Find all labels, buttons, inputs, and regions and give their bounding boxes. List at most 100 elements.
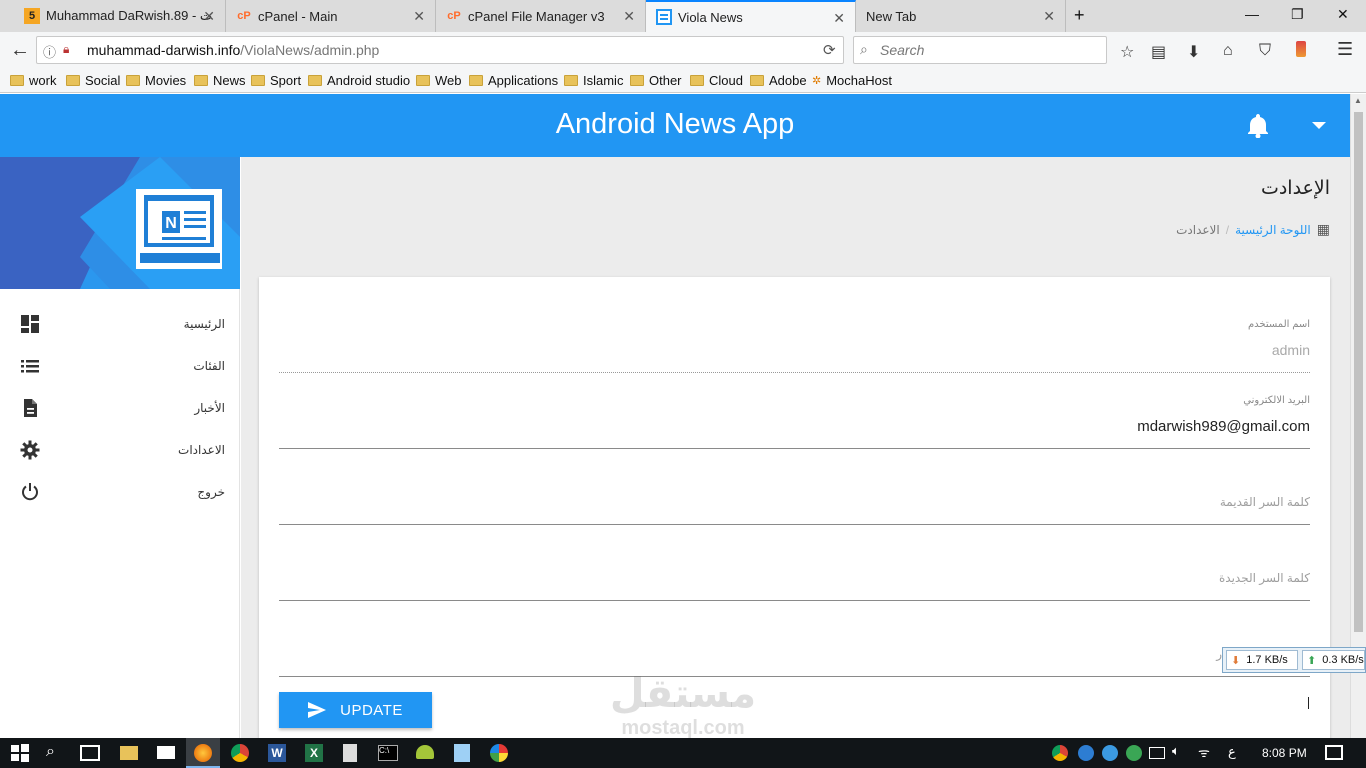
home-icon[interactable]: ⌂ bbox=[1223, 42, 1233, 60]
news-icon bbox=[656, 9, 672, 25]
tab-new-tab[interactable]: New Tab ✕ bbox=[856, 0, 1066, 32]
email-field[interactable]: البريد الالكتروني mdarwish989@gmail.com bbox=[279, 392, 1310, 449]
folder-icon bbox=[194, 75, 208, 86]
folder-icon bbox=[416, 75, 430, 86]
old-password-field[interactable]: كلمة السر القديمة bbox=[279, 477, 1310, 525]
back-arrow-icon[interactable]: ← bbox=[10, 39, 30, 62]
sidebar-item-categories[interactable]: الفئات bbox=[0, 346, 240, 388]
confirm-password-field[interactable]: ر bbox=[279, 629, 1310, 677]
bookmark-label: Cloud bbox=[709, 73, 743, 88]
tab-cpanel-file-manager[interactable]: cP cPanel File Manager v3 ✕ bbox=[436, 0, 646, 32]
task-view-icon[interactable] bbox=[80, 745, 100, 761]
extension-icon[interactable] bbox=[1296, 41, 1306, 57]
close-icon[interactable]: ✕ bbox=[833, 10, 845, 27]
window-close-icon[interactable]: ✕ bbox=[1337, 6, 1349, 23]
firefox-taskbar-button[interactable] bbox=[186, 738, 220, 768]
battery-icon[interactable] bbox=[1149, 747, 1165, 759]
tray-app-icon[interactable] bbox=[1102, 745, 1118, 761]
excel-icon[interactable]: X bbox=[305, 744, 323, 762]
scroll-up-icon[interactable]: ▲ bbox=[1354, 96, 1362, 105]
bookmark-folder[interactable]: Android studio bbox=[308, 73, 410, 88]
bookmark-mochahost[interactable]: ✲ MochaHost bbox=[812, 73, 892, 88]
bookmark-folder[interactable]: Adobe bbox=[750, 73, 807, 88]
folder-icon bbox=[251, 75, 265, 86]
bookmark-folder[interactable]: Cloud bbox=[690, 73, 743, 88]
sidebar-item-settings[interactable]: الاعدادات bbox=[0, 430, 240, 472]
folder-icon bbox=[66, 75, 80, 86]
bell-icon[interactable] bbox=[1246, 112, 1270, 143]
bookmark-folder[interactable]: Movies bbox=[126, 73, 186, 88]
volume-icon[interactable]: 🔈︎ bbox=[1172, 743, 1192, 763]
search-icon[interactable]: ⌕ bbox=[46, 743, 66, 763]
notepad-icon[interactable] bbox=[454, 744, 470, 762]
maximize-icon[interactable]: ❐ bbox=[1291, 6, 1304, 23]
search-input[interactable]: ⌕ Search bbox=[853, 36, 1107, 64]
breadcrumb-current: الاعدادت bbox=[1176, 222, 1220, 237]
hamburger-menu-icon[interactable]: ☰ bbox=[1337, 39, 1353, 60]
upload-speed-value: 0.3 KB/s bbox=[1322, 654, 1364, 666]
word-icon[interactable]: W bbox=[268, 744, 286, 762]
tab-viola-news[interactable]: Viola News ✕ bbox=[646, 0, 856, 32]
bookmark-folder[interactable]: work bbox=[10, 73, 56, 88]
wifi-icon[interactable]: ᯤ bbox=[1198, 743, 1218, 763]
notification-center-icon[interactable] bbox=[1325, 745, 1343, 760]
breadcrumb-home-link[interactable]: اللوحة الرئيسية bbox=[1235, 223, 1311, 237]
bookmark-folder[interactable]: News bbox=[194, 73, 246, 88]
sidebar-item-home[interactable]: الرئيسية bbox=[0, 304, 240, 346]
bookmark-label: Social bbox=[85, 73, 121, 88]
tray-app-icon[interactable] bbox=[1078, 745, 1094, 761]
bookmark-label: Applications bbox=[488, 73, 559, 88]
tab-muhammad-darwish[interactable]: 5 Muhammad DaRwish.89 - ت ✕ bbox=[14, 0, 226, 32]
close-icon[interactable]: ✕ bbox=[413, 8, 425, 25]
minimize-icon[interactable]: — bbox=[1245, 6, 1259, 22]
cpanel-icon: cP bbox=[237, 10, 251, 22]
url-bar[interactable]: ⓘ 🔒︎ muhammad-darwish.info/ViolaNews/adm… bbox=[36, 36, 844, 64]
sidebar-item-news[interactable]: الأخبار bbox=[0, 388, 240, 430]
download-icon[interactable]: ⬇ bbox=[1187, 42, 1200, 62]
cmd-icon[interactable]: C:\ bbox=[378, 745, 398, 761]
reload-icon[interactable]: ⟳ bbox=[823, 41, 836, 59]
android-studio-icon[interactable] bbox=[416, 745, 434, 759]
info-icon[interactable]: ⓘ bbox=[43, 42, 56, 61]
calculator-icon[interactable] bbox=[343, 744, 357, 762]
caret-down-icon[interactable] bbox=[1312, 122, 1326, 129]
bookmark-folder[interactable]: Applications bbox=[469, 73, 558, 88]
scroll-thumb[interactable] bbox=[1354, 112, 1363, 632]
new-tab-plus-icon[interactable]: + bbox=[1074, 5, 1085, 26]
bookmark-folder[interactable]: Other bbox=[630, 73, 682, 88]
pocket-icon[interactable]: ⛉ bbox=[1259, 42, 1271, 60]
upload-speed: ⬆ 0.3 KB/s bbox=[1302, 650, 1365, 670]
windows-taskbar: ⌕ W X C:\ 🔈︎ ᯤ ع 8:08 PM bbox=[0, 738, 1366, 768]
bookmark-folder[interactable]: Web bbox=[416, 73, 462, 88]
taskbar-clock[interactable]: 8:08 PM bbox=[1262, 746, 1307, 760]
bookmark-star-icon[interactable]: ☆ bbox=[1120, 42, 1134, 62]
sidebar-item-logout[interactable]: خروج bbox=[0, 472, 240, 514]
language-indicator[interactable]: ع bbox=[1228, 744, 1248, 764]
chrome-icon[interactable] bbox=[231, 744, 249, 762]
close-icon[interactable]: ✕ bbox=[623, 8, 635, 25]
close-icon[interactable]: ✕ bbox=[203, 8, 215, 25]
update-button[interactable]: UPDATE bbox=[279, 692, 432, 728]
watermark: مستقل mostaql.com bbox=[598, 672, 768, 740]
bookmark-label: MochaHost bbox=[826, 73, 892, 88]
close-icon[interactable]: ✕ bbox=[1043, 8, 1055, 25]
username-field[interactable]: اسم المستخدم admin bbox=[279, 317, 1310, 373]
bookmark-folder[interactable]: Sport bbox=[251, 73, 301, 88]
windows-start-icon[interactable] bbox=[10, 743, 30, 763]
watermark-arabic: مستقل bbox=[609, 672, 757, 716]
power-icon bbox=[22, 483, 38, 501]
mail-icon[interactable] bbox=[157, 746, 175, 759]
tray-app-icon[interactable] bbox=[1126, 745, 1142, 761]
tray-chrome-icon[interactable] bbox=[1052, 745, 1068, 761]
username-value: admin bbox=[1271, 342, 1310, 358]
bookmark-folder[interactable]: Social bbox=[66, 73, 120, 88]
new-password-placeholder: كلمة السر الجديدة bbox=[1218, 571, 1310, 585]
paint-icon[interactable] bbox=[490, 744, 508, 762]
reading-list-icon[interactable]: ▤ bbox=[1151, 42, 1166, 62]
file-explorer-icon[interactable] bbox=[120, 746, 138, 760]
bookmark-folder[interactable]: Islamic bbox=[564, 73, 623, 88]
tab-cpanel-main[interactable]: cP cPanel - Main ✕ bbox=[226, 0, 436, 32]
new-password-field[interactable]: كلمة السر الجديدة bbox=[279, 553, 1310, 601]
page-scrollbar[interactable]: ▲ bbox=[1350, 94, 1366, 738]
sidebar-item-label: الرئيسية bbox=[183, 317, 225, 331]
